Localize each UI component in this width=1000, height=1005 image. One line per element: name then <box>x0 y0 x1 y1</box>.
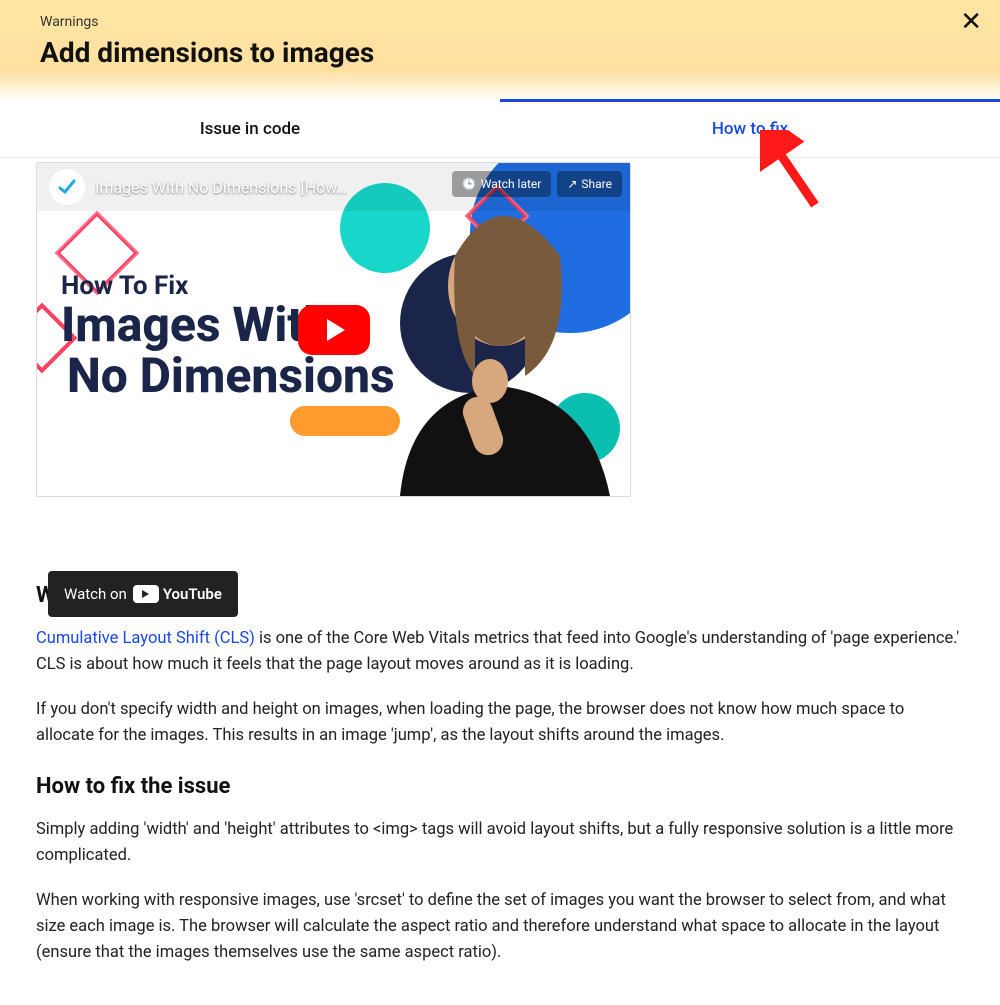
panel-header: Warnings Add dimensions to images ✕ <box>0 0 1000 101</box>
share-button[interactable]: ↗ Share <box>557 171 622 197</box>
watch-on-label: Watch on <box>64 585 127 603</box>
paragraph-why-1: Cumulative Layout Shift (CLS) is one of … <box>36 626 964 677</box>
video-embed[interactable]: Images With No Dimensions [How… 🕒 Watch … <box>36 162 631 497</box>
watch-later-label: Watch later <box>481 177 542 191</box>
watch-on-youtube-button[interactable]: Watch on YouTube <box>48 571 238 617</box>
close-icon: ✕ <box>960 6 982 36</box>
watch-later-button[interactable]: 🕒 Watch later <box>452 171 552 197</box>
video-person-icon <box>360 196 630 496</box>
share-label: Share <box>581 177 612 191</box>
youtube-text: YouTube <box>163 585 222 603</box>
heading-how-to-fix: How to fix the issue <box>36 774 964 799</box>
close-button[interactable]: ✕ <box>960 8 982 34</box>
play-button[interactable] <box>298 305 370 355</box>
paragraph-why-2: If you don't specify width and height on… <box>36 697 964 748</box>
channel-avatar-icon[interactable] <box>49 169 85 205</box>
cls-link[interactable]: Cumulative Layout Shift (CLS) <box>36 629 255 648</box>
tab-how-to-fix[interactable]: How to fix <box>500 101 1000 157</box>
clock-icon: 🕒 <box>462 177 477 191</box>
share-icon: ↗ <box>567 177 577 191</box>
content-area: Images With No Dimensions [How… 🕒 Watch … <box>0 162 1000 1005</box>
video-overlay-title[interactable]: Images With No Dimensions [How… <box>95 178 347 197</box>
breadcrumb: Warnings <box>40 14 960 30</box>
paragraph-fix-2: When working with responsive images, use… <box>36 888 964 965</box>
paragraph-fix-1: Simply adding 'width' and 'height' attri… <box>36 817 964 868</box>
youtube-logo-icon: YouTube <box>133 585 222 603</box>
tab-bar: Issue in code How to fix <box>0 101 1000 158</box>
page-title: Add dimensions to images <box>40 36 960 69</box>
tab-issue-in-code[interactable]: Issue in code <box>0 101 500 157</box>
thumb-line3: No Dimensions <box>61 351 395 401</box>
